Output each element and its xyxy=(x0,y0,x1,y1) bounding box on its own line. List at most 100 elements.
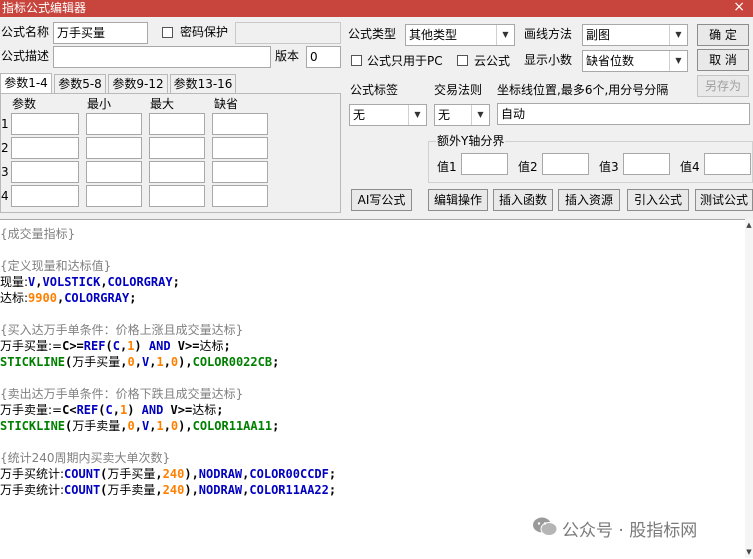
code-function: STICKLINE xyxy=(0,355,66,369)
y-value-4-input[interactable] xyxy=(704,153,751,175)
only-pc-checkbox[interactable] xyxy=(351,55,362,66)
param-row-number: 2 xyxy=(1,141,9,155)
code-punct: , xyxy=(120,419,128,433)
ok-button[interactable]: 确 定 xyxy=(697,24,749,46)
code-line: 万手卖量:=C<REF(C,1) AND V>=达标; xyxy=(0,402,223,418)
tab-params-13-16[interactable]: 参数13-16 xyxy=(170,74,236,93)
code-number: 240 xyxy=(162,467,185,481)
code-punct: , xyxy=(134,419,142,433)
code-comment: {成交量指标} xyxy=(0,227,76,241)
code-function: COLOR0022CB xyxy=(192,355,273,369)
insert-resource-button[interactable]: 插入资源 xyxy=(558,189,620,211)
formula-desc-input[interactable] xyxy=(53,46,271,68)
password-input xyxy=(235,22,341,44)
code-identifier: 达标 xyxy=(199,339,224,353)
code-function: COLOR11AA11 xyxy=(192,419,273,433)
formula-type-select[interactable]: 其他类型 ▼ xyxy=(405,24,515,46)
password-checkbox[interactable] xyxy=(162,27,173,38)
scroll-down-icon[interactable]: ▼ xyxy=(745,548,753,556)
extra-y-label: 额外Y轴分界 xyxy=(436,133,506,149)
param-max-input[interactable] xyxy=(149,113,205,135)
draw-method-select[interactable]: 副图 ▼ xyxy=(582,24,688,46)
code-punct: , xyxy=(35,275,43,289)
formula-tag-value: 无 xyxy=(353,108,366,122)
code-function: STICKLINE xyxy=(0,419,66,433)
code-number: 1 xyxy=(156,419,164,433)
scroll-up-icon[interactable]: ▲ xyxy=(745,221,753,229)
version-input[interactable]: 0 xyxy=(306,46,341,68)
param-default-input[interactable] xyxy=(212,161,268,183)
save-as-button[interactable]: 另存为 xyxy=(697,75,749,97)
code-punct: ; xyxy=(328,467,337,481)
coord-line-input[interactable]: 自动 xyxy=(497,103,750,125)
param-name-input[interactable] xyxy=(11,161,79,183)
code-identifier: 万手卖统计: xyxy=(0,483,65,497)
param-default-input[interactable] xyxy=(212,185,268,207)
code-punct: C< xyxy=(62,403,77,417)
edit-ops-button[interactable]: 编辑操作 xyxy=(428,189,488,211)
code-punct: , xyxy=(163,355,171,369)
code-punct: ) xyxy=(127,403,142,417)
tab-params-5-8[interactable]: 参数5-8 xyxy=(54,74,106,93)
param-default-input[interactable] xyxy=(212,113,268,135)
code-keyword: VOLSTICK xyxy=(42,275,101,289)
param-default-input[interactable] xyxy=(212,137,268,159)
formula-tag-select[interactable]: 无 ▼ xyxy=(349,104,427,126)
code-number: 0 xyxy=(127,419,135,433)
code-comment: {卖出达万手单条件：价格下跌且成交量达标} xyxy=(0,387,244,401)
param-name-input[interactable] xyxy=(11,185,79,207)
code-punct: ), xyxy=(184,483,199,497)
only-pc-label: 公式只用于PC xyxy=(367,54,443,68)
trade-rule-select[interactable]: 无 ▼ xyxy=(434,104,490,126)
code-number: 240 xyxy=(162,483,185,497)
param-min-input[interactable] xyxy=(86,161,142,183)
y-value-1-input[interactable] xyxy=(461,153,508,175)
vertical-scrollbar[interactable]: ▲ ▼ xyxy=(745,219,753,558)
param-min-input[interactable] xyxy=(86,185,142,207)
formula-tag-label: 公式标签 xyxy=(350,83,399,97)
version-label: 版本 xyxy=(275,49,300,63)
y-value-2-input[interactable] xyxy=(542,153,589,175)
code-punct: ), xyxy=(178,419,193,433)
code-punct: ( xyxy=(105,339,113,353)
code-identifier: 现量: xyxy=(0,275,29,289)
cloud-formula-checkbox[interactable] xyxy=(457,55,468,66)
code-keyword: NODRAW xyxy=(198,467,243,481)
code-keyword: COLORGRAY xyxy=(64,291,130,305)
param-row-number: 4 xyxy=(1,189,9,203)
code-comment: {统计240周期内买卖大单次数} xyxy=(0,451,171,465)
code-punct: , xyxy=(155,483,163,497)
formula-desc-label: 公式描述 xyxy=(1,49,50,63)
insert-function-button[interactable]: 插入函数 xyxy=(493,189,553,211)
param-max-input[interactable] xyxy=(149,137,205,159)
param-min-input[interactable] xyxy=(86,113,142,135)
code-identifier: 达标: xyxy=(0,291,29,305)
y-value-2-label: 值2 xyxy=(518,160,538,174)
import-formula-button[interactable]: 引入公式 xyxy=(627,189,689,211)
tab-params-9-12[interactable]: 参数9-12 xyxy=(108,74,168,93)
code-punct: ; xyxy=(328,483,337,497)
code-line: STICKLINE(万手买量,0,V,1,0),COLOR0022CB; xyxy=(0,354,279,370)
code-punct: ), xyxy=(184,467,199,481)
formula-name-input[interactable]: 万手买量 xyxy=(53,22,148,44)
code-line: 现量:V,VOLSTICK,COLORGRAY; xyxy=(0,274,180,290)
code-punct: ; xyxy=(129,291,137,305)
test-formula-button[interactable]: 测试公式 xyxy=(695,189,753,211)
tab-params-1-4[interactable]: 参数1-4 xyxy=(0,73,52,93)
cancel-button[interactable]: 取 消 xyxy=(697,49,749,71)
ai-write-button[interactable]: AI写公式 xyxy=(351,189,412,211)
code-editor[interactable]: {成交量指标} {定义现量和达标值} 现量:V,VOLSTICK,COLORGR… xyxy=(0,219,753,559)
code-punct: ; xyxy=(223,339,231,353)
param-max-input[interactable] xyxy=(149,161,205,183)
param-min-input[interactable] xyxy=(86,137,142,159)
close-icon[interactable]: × xyxy=(733,0,745,15)
param-name-input[interactable] xyxy=(11,137,79,159)
code-identifier: 万手卖量 xyxy=(72,419,121,433)
y-value-3-input[interactable] xyxy=(623,153,670,175)
formula-type-value: 其他类型 xyxy=(409,28,458,42)
decimals-select[interactable]: 缺省位数 ▼ xyxy=(582,50,688,72)
code-line: {卖出达万手单条件：价格下跌且成交量达标} xyxy=(0,386,243,402)
code-number: 9900 xyxy=(28,291,57,305)
param-max-input[interactable] xyxy=(149,185,205,207)
param-name-input[interactable] xyxy=(11,113,79,135)
